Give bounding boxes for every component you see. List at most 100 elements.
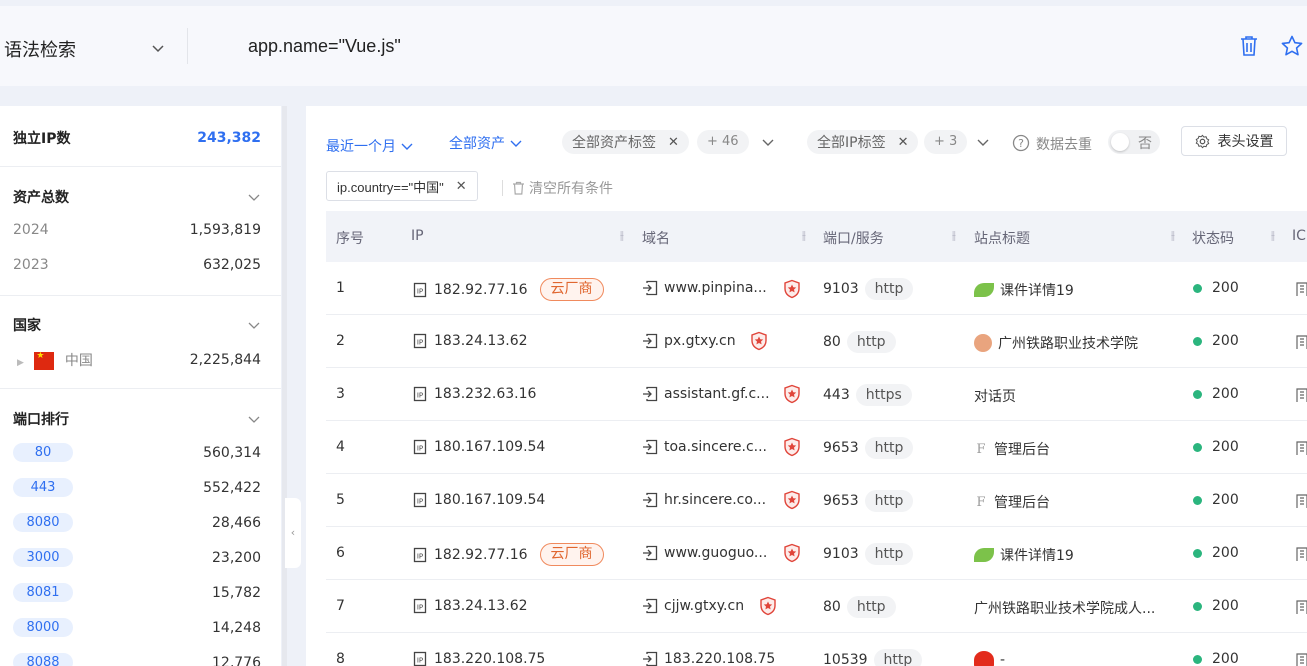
building-icon[interactable]: [1294, 599, 1307, 615]
port-number[interactable]: 10539: [823, 652, 868, 666]
time-filter[interactable]: 最近一个月: [326, 136, 414, 156]
table-row[interactable]: 4 IP 180.167.109.54 toa.sincere.c... 965…: [326, 421, 1307, 474]
table-row[interactable]: 2 IP 183.24.13.62 px.gtxy.cn 80 http 广州铁…: [326, 315, 1307, 368]
shield-icon[interactable]: [749, 331, 769, 351]
country-section-header[interactable]: 国家: [13, 315, 261, 335]
column-header-icp[interactable]: ICP: [1292, 228, 1307, 244]
table-row[interactable]: 1 IP 182.92.77.16 云厂商 www.pinpina... 910…: [326, 262, 1307, 315]
shield-icon[interactable]: [782, 279, 802, 299]
open-link-icon[interactable]: [642, 386, 658, 402]
domain-link[interactable]: cjjw.gtxy.cn: [664, 598, 744, 614]
open-link-icon[interactable]: [642, 651, 658, 666]
port-row[interactable]: 8080 28,466: [13, 513, 261, 532]
shield-icon[interactable]: [782, 490, 802, 510]
port-pill[interactable]: 80: [13, 443, 73, 462]
caret-right-icon[interactable]: ▶: [17, 358, 24, 368]
column-resize-icon[interactable]: ⫲: [802, 228, 806, 243]
chevron-down-icon[interactable]: [247, 190, 261, 204]
domain-link[interactable]: toa.sincere.c...: [664, 439, 767, 455]
sidebar-scrollbar[interactable]: [282, 106, 287, 666]
chevron-down-icon[interactable]: [247, 318, 261, 332]
domain-link[interactable]: www.pinpina...: [664, 280, 767, 296]
ports-section-header[interactable]: 端口排行: [13, 409, 261, 429]
shield-icon[interactable]: [758, 596, 778, 616]
building-icon[interactable]: [1294, 546, 1307, 562]
table-row[interactable]: 5 IP 180.167.109.54 hr.sincere.co... 965…: [326, 474, 1307, 527]
column-resize-icon[interactable]: ⫲: [1271, 228, 1275, 243]
open-link-icon[interactable]: [642, 333, 658, 349]
asset-tags-more[interactable]: + 46: [697, 130, 749, 154]
search-input[interactable]: app.name="Vue.js": [248, 36, 401, 57]
port-row[interactable]: 80 560,314: [13, 443, 261, 462]
close-icon[interactable]: ✕: [898, 135, 909, 150]
open-link-icon[interactable]: [642, 545, 658, 561]
port-row[interactable]: 443 552,422: [13, 478, 261, 497]
domain-link[interactable]: px.gtxy.cn: [664, 333, 736, 349]
domain-link[interactable]: assistant.gf.c...: [664, 386, 770, 402]
help-circle-icon[interactable]: ?: [1012, 134, 1030, 152]
column-header-ip[interactable]: IP: [411, 228, 424, 244]
port-pill[interactable]: 8081: [13, 583, 73, 602]
port-pill[interactable]: 8000: [13, 618, 73, 637]
trash-icon[interactable]: [1238, 34, 1260, 58]
asset-filter[interactable]: 全部资产: [449, 133, 523, 153]
active-condition-chip[interactable]: ip.country=="中国" ✕: [326, 171, 478, 201]
table-row[interactable]: 6 IP 182.92.77.16 云厂商 www.guoguo... 9103…: [326, 527, 1307, 580]
port-number[interactable]: 9103: [823, 546, 859, 562]
open-link-icon[interactable]: [642, 280, 658, 296]
close-icon[interactable]: ✕: [668, 135, 679, 150]
building-icon[interactable]: [1294, 334, 1307, 350]
port-number[interactable]: 80: [823, 334, 841, 350]
chevron-down-icon[interactable]: [150, 40, 166, 56]
port-number[interactable]: 9653: [823, 493, 859, 509]
dedup-toggle[interactable]: 否: [1108, 130, 1160, 154]
column-header-index[interactable]: 序号: [336, 228, 364, 248]
port-row[interactable]: 3000 23,200: [13, 548, 261, 567]
asset-year-row[interactable]: 2023 632,025: [13, 257, 261, 273]
chevron-down-icon[interactable]: [761, 135, 775, 149]
port-number[interactable]: 9103: [823, 281, 859, 297]
shield-icon[interactable]: [782, 384, 802, 404]
building-icon[interactable]: [1294, 440, 1307, 456]
building-icon[interactable]: [1294, 387, 1307, 403]
shield-icon[interactable]: [782, 437, 802, 457]
close-icon[interactable]: ✕: [456, 178, 467, 194]
table-row[interactable]: 3 IP 183.232.63.16 assistant.gf.c... 443…: [326, 368, 1307, 421]
column-resize-icon[interactable]: ⫲: [620, 228, 624, 243]
clear-all-button[interactable]: 清空所有条件: [502, 178, 613, 198]
country-row[interactable]: ▶ 中国 2,225,844: [13, 350, 261, 370]
port-pill[interactable]: 443: [13, 478, 73, 497]
ip-link[interactable]: 183.24.13.62: [434, 598, 528, 614]
column-header-port[interactable]: 端口/服务: [823, 228, 884, 248]
column-settings-button[interactable]: 表头设置: [1181, 126, 1287, 156]
port-number[interactable]: 443: [823, 387, 850, 403]
building-icon[interactable]: [1294, 652, 1307, 666]
port-pill[interactable]: 3000: [13, 548, 73, 567]
ip-link[interactable]: 180.167.109.54: [434, 439, 545, 455]
asset-year-row[interactable]: 2024 1,593,819: [13, 222, 261, 238]
column-resize-icon[interactable]: ⫲: [952, 228, 956, 243]
building-icon[interactable]: [1294, 493, 1307, 509]
port-number[interactable]: 80: [823, 599, 841, 615]
port-number[interactable]: 9653: [823, 440, 859, 456]
domain-link[interactable]: www.guoguo...: [664, 545, 767, 561]
open-link-icon[interactable]: [642, 492, 658, 508]
star-icon[interactable]: [1280, 34, 1304, 58]
building-icon[interactable]: [1294, 281, 1307, 297]
port-row[interactable]: 8081 15,782: [13, 583, 261, 602]
open-link-icon[interactable]: [642, 439, 658, 455]
ip-link[interactable]: 183.232.63.16: [434, 386, 536, 402]
table-row[interactable]: 7 IP 183.24.13.62 cjjw.gtxy.cn 80 http 广…: [326, 580, 1307, 633]
chevron-down-icon[interactable]: [976, 135, 990, 149]
domain-link[interactable]: 183.220.108.75: [664, 651, 775, 666]
sidebar-collapse-button[interactable]: ‹: [285, 498, 301, 568]
chevron-down-icon[interactable]: [247, 412, 261, 426]
ip-tag-filter[interactable]: 全部IP标签 ✕: [807, 130, 919, 154]
assets-section-header[interactable]: 资产总数: [13, 187, 261, 207]
port-row[interactable]: 8088 12,776: [13, 653, 261, 666]
ip-link[interactable]: 183.24.13.62: [434, 333, 528, 349]
column-header-domain[interactable]: 域名: [642, 228, 670, 248]
unique-ip-value[interactable]: 243,382: [197, 130, 261, 146]
column-header-status[interactable]: 状态码: [1192, 228, 1234, 248]
ip-link[interactable]: 180.167.109.54: [434, 492, 545, 508]
